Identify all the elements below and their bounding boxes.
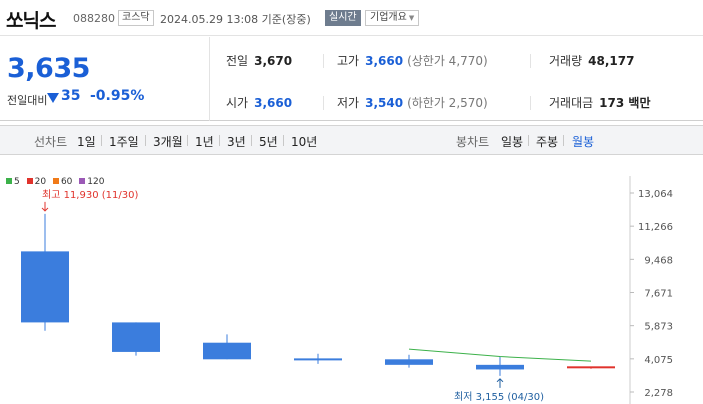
chart-nav: 선차트 1일 1주일 3개월 1년 3년 5년 10년 봉차트 일봉 주봉 월봉 xyxy=(0,125,703,155)
stat-amount: 거래대금 173 백만 xyxy=(549,94,650,111)
stat-value: 3,660 xyxy=(254,96,293,110)
stock-name: 쏘닉스 xyxy=(6,10,56,32)
candle-body xyxy=(476,364,524,370)
stat-label: 시가 xyxy=(226,96,249,110)
candle-body xyxy=(112,322,160,352)
range-1w[interactable]: 1주일 xyxy=(109,133,139,150)
divider xyxy=(530,96,531,110)
y-tick-label: 4,075 xyxy=(644,355,673,366)
stat-sub: (하한가 2,570) xyxy=(407,96,488,110)
stat-value: 48,177 xyxy=(588,54,635,68)
line-chart-label: 선차트 xyxy=(34,135,68,149)
dropdown-caret-icon: ▼ xyxy=(408,14,415,22)
divider xyxy=(101,135,102,146)
stock-header: 쏘닉스 088280 코스닥 2024.05.29 13:08 기준(장중) 실… xyxy=(0,0,703,36)
change-value: 35 xyxy=(61,88,81,104)
divider xyxy=(528,135,529,146)
y-tick-label: 13,064 xyxy=(638,189,673,200)
divider xyxy=(323,96,324,110)
stat-value: 3,540 xyxy=(365,96,404,110)
realtime-badge[interactable]: 실시간 xyxy=(325,10,361,26)
range-3y[interactable]: 3년 xyxy=(227,133,246,150)
stat-label: 거래량 xyxy=(549,54,583,68)
company-overview-label: 기업개요 xyxy=(370,12,407,23)
candle-body xyxy=(203,342,251,360)
quote-datetime: 2024.05.29 13:08 기준(장중) xyxy=(160,13,311,26)
range-3m[interactable]: 3개월 xyxy=(153,133,183,150)
stat-label: 전일 xyxy=(226,54,249,68)
stat-value: 173 백만 xyxy=(599,96,651,110)
stock-code: 088280 xyxy=(73,12,115,25)
y-tick-label: 9,468 xyxy=(644,255,673,266)
market-badge: 코스닥 xyxy=(118,10,154,26)
y-tick-label: 7,671 xyxy=(644,289,673,300)
stat-label: 거래대금 xyxy=(549,96,594,110)
stat-high: 고가 3,660 (상한가 4,770) xyxy=(337,52,488,69)
stat-value: 3,660 xyxy=(365,54,404,68)
candle-daily[interactable]: 일봉 xyxy=(501,133,523,150)
change-label: 전일대비 xyxy=(7,94,48,107)
candle-body xyxy=(294,358,342,361)
divider xyxy=(145,135,146,146)
company-overview-button[interactable]: 기업개요 ▼ xyxy=(365,10,420,26)
y-tick-label: 2,278 xyxy=(644,388,673,399)
current-price: 3,635 xyxy=(7,53,90,84)
stat-low: 저가 3,540 (하한가 2,570) xyxy=(337,94,488,111)
down-triangle-icon xyxy=(47,93,59,103)
low-annotation: 최저 3,155 (04/30) xyxy=(454,391,544,403)
divider xyxy=(187,135,188,146)
candle-monthly[interactable]: 월봉 xyxy=(572,133,594,150)
stat-label: 저가 xyxy=(337,96,360,110)
change-percent: -0.95% xyxy=(90,88,145,104)
candle-body xyxy=(21,251,69,323)
range-1d[interactable]: 1일 xyxy=(77,133,96,150)
price-summary: 3,635 전일대비 35 -0.95% 전일 3,670 고가 3,660 (상한가… xyxy=(0,37,703,121)
candle-body xyxy=(567,366,615,369)
divider xyxy=(251,135,252,146)
stat-sub: (상한가 4,770) xyxy=(407,54,488,68)
candle-chart-label: 봉차트 xyxy=(456,135,490,149)
y-tick-label: 5,873 xyxy=(644,322,673,333)
stat-value: 3,670 xyxy=(254,54,293,68)
divider xyxy=(323,54,324,68)
high-annotation: 최고 11,930 (11/30) xyxy=(42,189,138,201)
divider xyxy=(563,135,564,146)
candle-weekly[interactable]: 주봉 xyxy=(536,133,558,150)
range-5y[interactable]: 5년 xyxy=(259,133,278,150)
y-tick-label: 11,266 xyxy=(638,222,673,233)
divider xyxy=(530,54,531,68)
monthly-candle-chart[interactable]: 13,064 11,266 9,468 7,671 5,873 4,075 2,278 최고 … xyxy=(0,168,703,404)
range-10y[interactable]: 10년 xyxy=(291,133,317,150)
stat-volume: 거래량 48,177 xyxy=(549,52,634,69)
divider xyxy=(219,135,220,146)
candle-body xyxy=(385,359,433,365)
divider xyxy=(283,135,284,146)
stat-prev-close: 전일 3,670 xyxy=(226,52,292,69)
stat-label: 고가 xyxy=(337,54,360,68)
range-1y[interactable]: 1년 xyxy=(195,133,214,150)
current-price-box: 3,635 전일대비 35 -0.95% xyxy=(0,37,210,121)
stat-open: 시가 3,660 xyxy=(226,94,292,111)
